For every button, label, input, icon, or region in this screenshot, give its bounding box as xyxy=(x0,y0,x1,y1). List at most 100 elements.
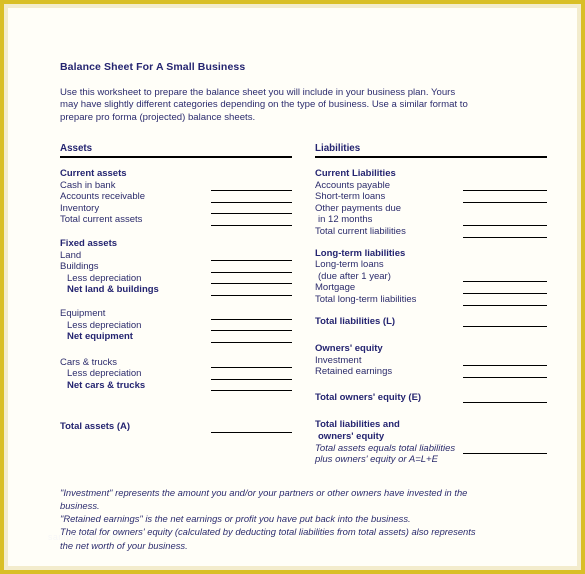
label: Less depreciation xyxy=(67,319,142,331)
label: Long-term loans xyxy=(315,259,384,271)
intro-paragraph: Use this worksheet to prepare the balanc… xyxy=(60,87,530,125)
liabilities-longterm-heading: Long-term liabilities xyxy=(315,248,547,260)
row-mortgage: Mortgage xyxy=(315,282,547,294)
label: Equipment xyxy=(60,307,106,319)
row-accounts-payable: Accounts payable xyxy=(315,180,547,192)
row-equipment: Equipment xyxy=(60,308,292,320)
row-total-assets: Total assets (A) xyxy=(60,421,292,434)
row-cars-and-trucks: Cars & trucks xyxy=(60,357,292,369)
label: Net cars & trucks xyxy=(67,379,146,391)
row-investment: Investment xyxy=(315,355,547,367)
row-land: Land xyxy=(60,250,292,262)
row-total-current-assets: Total current assets xyxy=(60,214,292,226)
label: Accounts payable xyxy=(315,179,390,191)
label: (due after 1 year) xyxy=(318,270,391,282)
row-net-cars-and-trucks: Net cars & trucks xyxy=(60,380,292,392)
row-buildings-less-depreciation: Less depreciation xyxy=(60,273,292,285)
row-equipment-less-depreciation: Less depreciation xyxy=(60,320,292,332)
row-total-liabilities: Total liabilities (L) xyxy=(315,316,547,328)
footnote-line: the net worth of your business. xyxy=(60,539,188,551)
row-short-term-loans: Short-term loans xyxy=(315,191,547,203)
label: Long-term liabilities xyxy=(315,247,406,259)
balance-columns: Assets Current assets Cash in bank Accou… xyxy=(60,143,547,465)
row-in-12-months: in 12 months xyxy=(315,214,547,226)
label: Inventory xyxy=(60,202,100,214)
watermark: sampletemplates xyxy=(48,532,123,542)
label: Less depreciation xyxy=(67,272,142,284)
label: Fixed assets xyxy=(60,237,118,249)
label: Total liabilities and xyxy=(315,419,400,431)
label: Accounts receivable xyxy=(60,191,146,203)
label: Less depreciation xyxy=(67,368,142,380)
assets-current-heading: Current assets xyxy=(60,168,292,180)
fill-in-line[interactable] xyxy=(211,390,292,392)
row-balance-note-line1: Total assets equals total liabilities xyxy=(315,443,547,455)
label: Total assets equals total liabilities xyxy=(315,442,456,454)
intro-line: prepare pro forma (projected) balance sh… xyxy=(60,111,256,123)
footnote-line: "Retained earnings" is the net earnings … xyxy=(60,513,411,525)
footnote-line: "Investment" represents the amount you a… xyxy=(60,486,468,498)
assets-column: Assets Current assets Cash in bank Accou… xyxy=(60,143,292,465)
footnotes: "Investment" represents the amount you a… xyxy=(60,486,530,552)
label: Buildings xyxy=(60,261,99,273)
intro-line: Use this worksheet to prepare the balanc… xyxy=(60,86,456,98)
fill-in-line[interactable] xyxy=(463,236,547,238)
column-gap xyxy=(292,143,315,465)
label: Total owners' equity (E) xyxy=(315,391,422,403)
row-total-long-term-liabilities: Total long-term liabilities xyxy=(315,294,547,306)
row-due-after-1-year: (due after 1 year) xyxy=(315,271,547,283)
label: Owners' equity xyxy=(315,343,383,355)
label: Current Liabilities xyxy=(315,167,396,179)
label: Cars & trucks xyxy=(60,356,118,368)
page-gold-border: Balance Sheet For A Small Business Use t… xyxy=(0,0,585,574)
row-total-liabilities-and-equity-line1: Total liabilities and xyxy=(315,419,547,431)
fill-in-line[interactable] xyxy=(211,224,292,226)
row-retained-earnings: Retained earnings xyxy=(315,366,547,378)
label: Total current assets xyxy=(60,214,143,226)
assets-heading: Assets xyxy=(60,143,292,158)
intro-line: may have slightly different categories d… xyxy=(60,99,468,111)
footnote-line: The total for owners' equity (calculated… xyxy=(60,526,476,538)
page-title: Balance Sheet For A Small Business xyxy=(60,61,246,73)
fill-in-line[interactable] xyxy=(463,304,547,306)
label: Total current liabilities xyxy=(315,225,406,237)
fill-in-line[interactable] xyxy=(211,341,292,343)
label: Retained earnings xyxy=(315,366,393,378)
liabilities-current-heading: Current Liabilities xyxy=(315,168,547,180)
row-total-owners-equity: Total owners' equity (E) xyxy=(315,392,547,404)
fill-in-line[interactable] xyxy=(463,376,547,378)
fill-in-line[interactable] xyxy=(463,326,547,328)
row-cash-in-bank: Cash in bank xyxy=(60,180,292,192)
row-other-payments-due: Other payments due xyxy=(315,203,547,215)
assets-fixed-heading: Fixed assets xyxy=(60,238,292,250)
label: Cash in bank xyxy=(60,179,116,191)
label: in 12 months xyxy=(318,214,373,226)
label: Current assets xyxy=(60,167,127,179)
label: plus owners' equity or A=L+E xyxy=(315,454,438,466)
row-long-term-loans: Long-term loans xyxy=(315,259,547,271)
page-inner-border: Balance Sheet For A Small Business Use t… xyxy=(4,4,581,570)
liabilities-heading: Liabilities xyxy=(315,143,547,158)
fill-in-line[interactable] xyxy=(463,402,547,404)
label: Net land & buildings xyxy=(67,284,159,296)
liabilities-column: Liabilities Current Liabilities Accounts… xyxy=(315,143,547,465)
label: Net equipment xyxy=(67,331,133,343)
row-inventory: Inventory xyxy=(60,203,292,215)
label: Investment xyxy=(315,354,362,366)
row-cars-less-depreciation: Less depreciation xyxy=(60,368,292,380)
row-buildings: Buildings xyxy=(60,261,292,273)
footnote-line: business. xyxy=(60,500,100,512)
document-sheet: Balance Sheet For A Small Business Use t… xyxy=(8,8,577,566)
fill-in-line[interactable] xyxy=(211,294,292,296)
fill-in-line[interactable] xyxy=(211,432,292,434)
label: Total liabilities (L) xyxy=(315,315,396,327)
